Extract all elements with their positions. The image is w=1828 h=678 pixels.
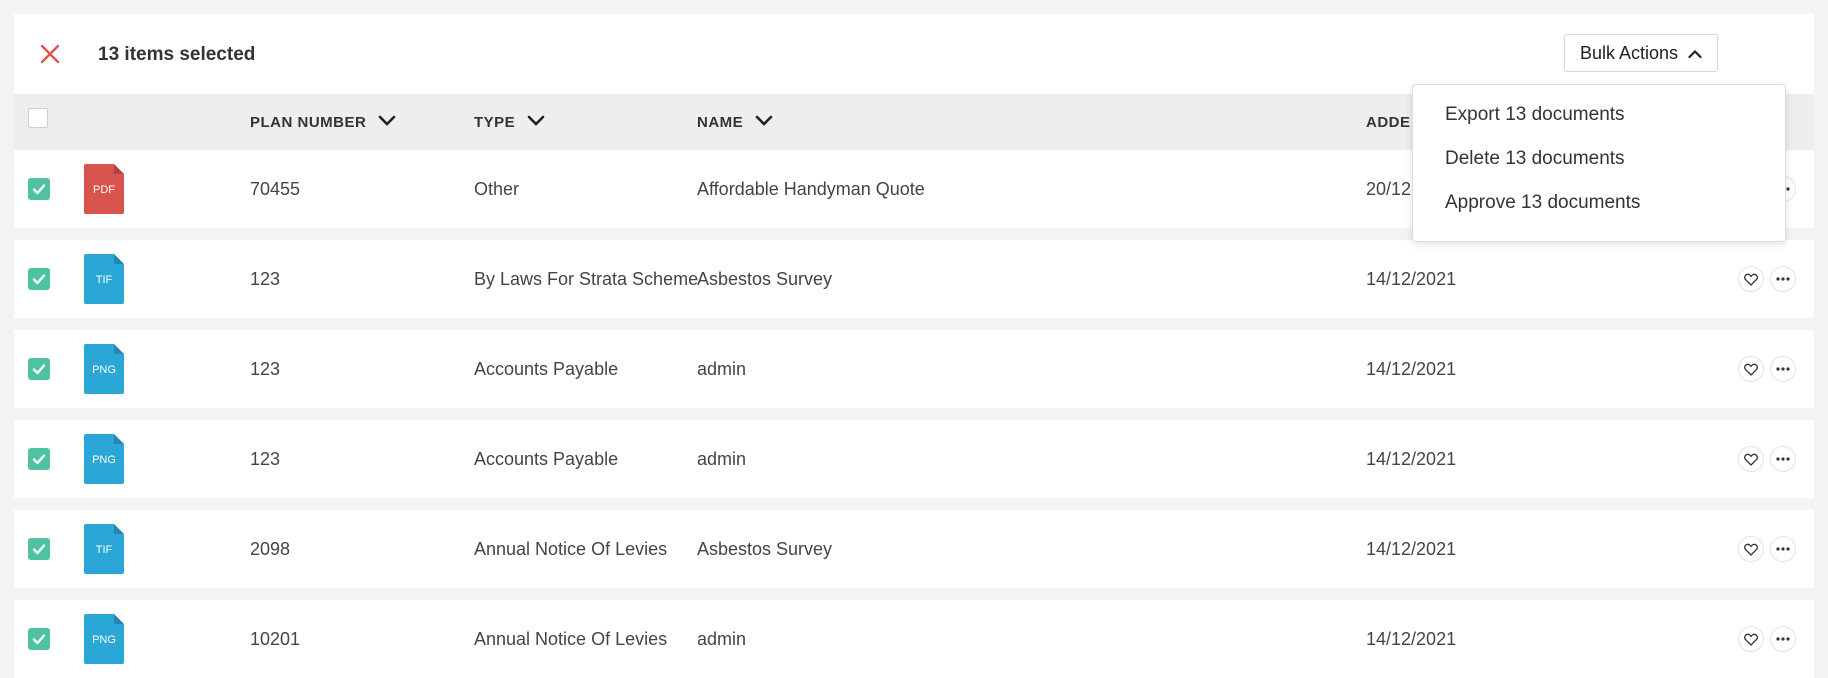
menu-item-delete[interactable]: Delete 13 documents [1413, 143, 1785, 187]
plan-number-cell: 123 [250, 449, 281, 469]
png-file-icon: PNG [84, 344, 124, 394]
row-checkbox[interactable] [28, 358, 50, 380]
column-added-label: ADDE [1366, 114, 1411, 131]
heart-icon[interactable] [1738, 446, 1764, 472]
name-cell[interactable]: Affordable Handyman Quote [697, 178, 925, 200]
svg-text:PDF: PDF [93, 184, 115, 196]
more-options-icon[interactable] [1770, 536, 1796, 562]
table-row[interactable]: TIF 123 By Laws For Strata Scheme Asbest… [14, 240, 1814, 318]
close-icon[interactable] [38, 42, 62, 66]
plan-number-cell: 10201 [250, 629, 301, 649]
select-all-checkbox[interactable] [28, 108, 48, 128]
table-row[interactable]: PNG 123 Accounts Payable admin 14/12/202… [14, 420, 1814, 498]
bulk-actions-menu: Export 13 documents Delete 13 documents … [1412, 84, 1786, 242]
date-added-cell: 14/12/2021 [1366, 359, 1457, 379]
png-file-icon: PNG [84, 434, 124, 484]
column-type-label: TYPE [474, 114, 516, 131]
plan-number-cell: 2098 [250, 539, 291, 559]
more-options-icon[interactable] [1770, 266, 1796, 292]
chevron-down-icon [755, 114, 773, 131]
svg-text:TIF: TIF [96, 544, 113, 556]
date-added-cell: 14/12/2021 [1366, 449, 1457, 469]
name-cell[interactable]: admin [697, 628, 746, 650]
row-checkbox[interactable] [28, 178, 50, 200]
plan-number-cell: 123 [250, 269, 281, 289]
selection-bar: 13 items selected Bulk Actions [14, 14, 1814, 94]
heart-icon[interactable] [1738, 266, 1764, 292]
column-plan-number[interactable]: PLAN NUMBER [250, 114, 396, 131]
name-cell[interactable]: Asbestos Survey [697, 538, 832, 560]
more-options-icon[interactable] [1770, 626, 1796, 652]
pdf-file-icon: PDF [84, 164, 124, 214]
row-checkbox[interactable] [28, 538, 50, 560]
svg-text:TIF: TIF [96, 274, 113, 286]
name-cell[interactable]: admin [697, 448, 746, 470]
menu-item-approve[interactable]: Approve 13 documents [1413, 187, 1785, 231]
menu-item-export[interactable]: Export 13 documents [1413, 99, 1785, 143]
type-cell: Annual Notice Of Levies [474, 539, 668, 559]
chevron-up-icon [1688, 43, 1702, 64]
column-name-label: NAME [697, 114, 744, 131]
date-added-cell: 14/12/2021 [1366, 269, 1457, 289]
date-added-cell: 14/12/2021 [1366, 539, 1457, 559]
type-cell: Annual Notice Of Levies [474, 629, 668, 649]
selected-count: 13 items selected [98, 44, 256, 65]
name-cell[interactable]: admin [697, 358, 746, 380]
row-checkbox[interactable] [28, 448, 50, 470]
heart-icon[interactable] [1738, 356, 1764, 382]
plan-number-cell: 123 [250, 359, 281, 379]
more-options-icon[interactable] [1770, 446, 1796, 472]
column-added[interactable]: ADDE [1366, 114, 1411, 131]
more-options-icon[interactable] [1770, 356, 1796, 382]
type-cell: Other [474, 179, 520, 199]
tif-file-icon: TIF [84, 524, 124, 574]
row-checkbox[interactable] [28, 268, 50, 290]
column-type[interactable]: TYPE [474, 114, 545, 131]
heart-icon[interactable] [1738, 626, 1764, 652]
table-row[interactable]: PNG 10201 Annual Notice Of Levies admin … [14, 600, 1814, 678]
column-plan-number-label: PLAN NUMBER [250, 114, 367, 131]
row-checkbox[interactable] [28, 628, 50, 650]
svg-text:PNG: PNG [92, 634, 116, 646]
column-name[interactable]: NAME [697, 114, 773, 131]
table-row[interactable]: TIF 2098 Annual Notice Of Levies Asbesto… [14, 510, 1814, 588]
chevron-down-icon [378, 114, 396, 131]
date-added-cell: 14/12/2021 [1366, 629, 1457, 649]
plan-number-cell: 70455 [250, 179, 301, 199]
bulk-actions-button[interactable]: Bulk Actions [1564, 34, 1718, 72]
date-added-cell: 20/12 [1366, 179, 1412, 199]
table-row[interactable]: PNG 123 Accounts Payable admin 14/12/202… [14, 330, 1814, 408]
bulk-actions-label: Bulk Actions [1579, 42, 1679, 63]
tif-file-icon: TIF [84, 254, 124, 304]
type-cell: Accounts Payable [474, 449, 619, 469]
png-file-icon: PNG [84, 614, 124, 664]
chevron-down-icon [527, 114, 545, 131]
svg-text:PNG: PNG [92, 454, 116, 466]
type-cell: By Laws For Strata Scheme [474, 269, 699, 289]
name-cell[interactable]: Asbestos Survey [697, 268, 832, 290]
type-cell: Accounts Payable [474, 359, 619, 379]
svg-text:PNG: PNG [92, 364, 116, 376]
heart-icon[interactable] [1738, 536, 1764, 562]
